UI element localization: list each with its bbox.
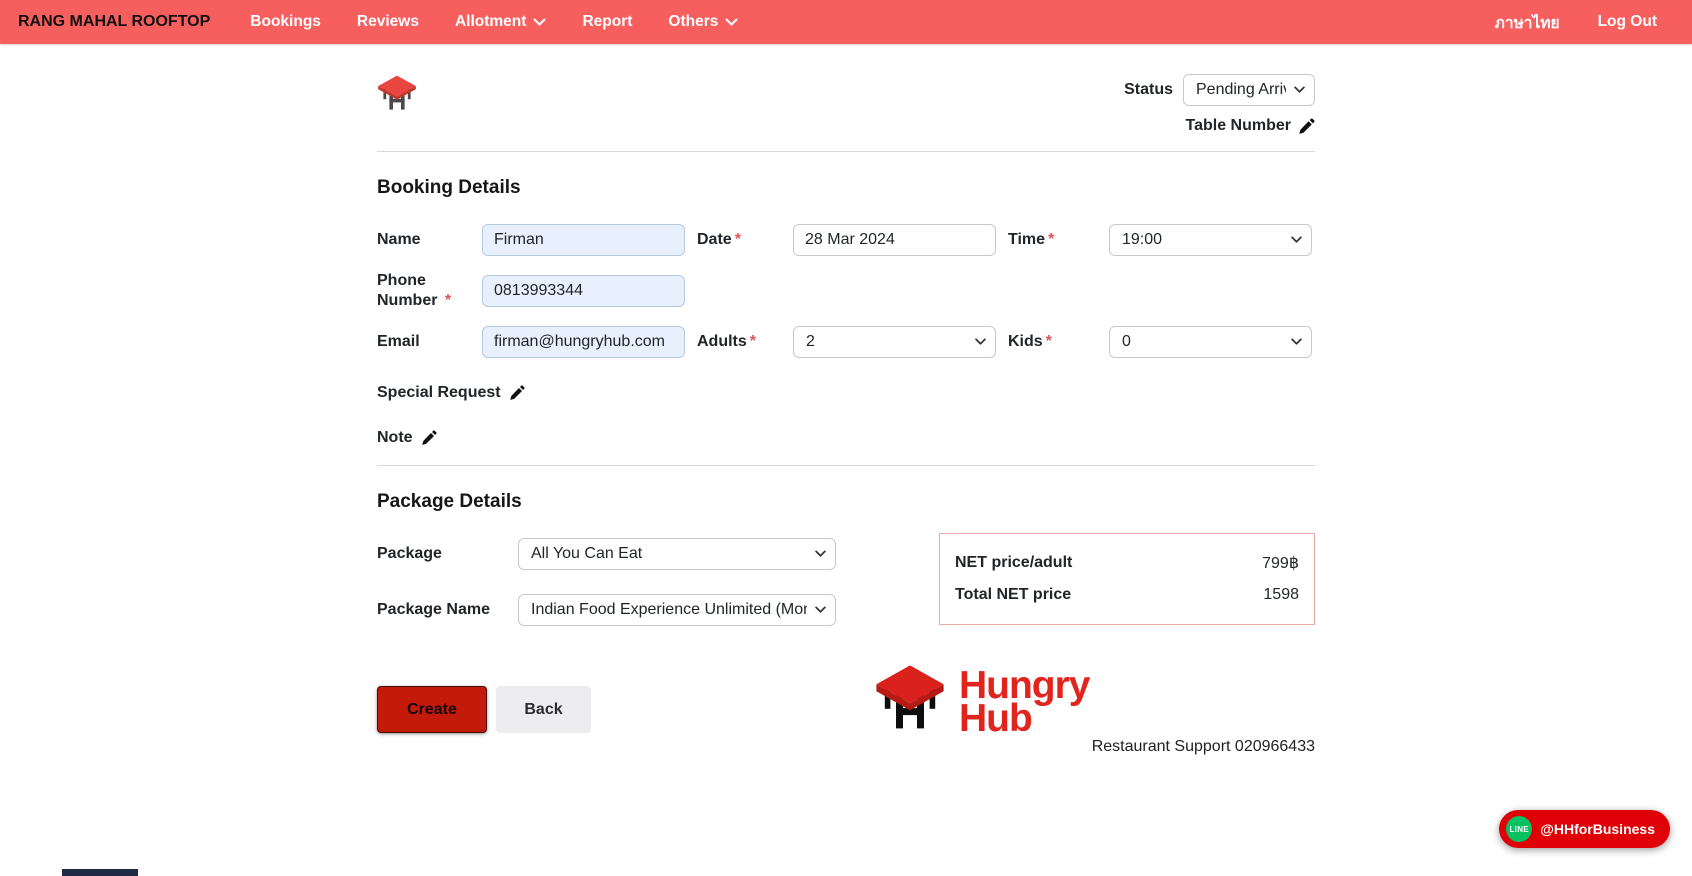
status-select[interactable]: Pending Arrival	[1183, 74, 1315, 106]
package-area: Package All You Can Eat Package Name Ind…	[377, 538, 1315, 650]
edit-table-number-icon[interactable]	[1298, 118, 1315, 135]
top-navbar: RANG MAHAL ROOFTOP Bookings Reviews Allo…	[0, 0, 1692, 44]
special-request-line: Special Request	[377, 384, 1315, 402]
nav-language-thai[interactable]: ภาษาไทย	[1495, 10, 1560, 35]
chevron-down-icon	[533, 18, 546, 26]
package-form: Package All You Can Eat Package Name Ind…	[377, 538, 836, 650]
special-request-label: Special Request	[377, 384, 501, 402]
nav-links: Bookings Reviews Allotment Report Others	[250, 13, 738, 31]
adults-select[interactable]: 2	[793, 326, 996, 358]
booking-form-page: Status Pending Arrival Table Number Book…	[377, 44, 1315, 796]
kids-select[interactable]: 0	[1109, 326, 1312, 358]
chevron-down-icon	[1291, 339, 1302, 346]
chevron-down-icon	[1294, 87, 1305, 94]
nav-others[interactable]: Others	[668, 13, 738, 31]
divider	[377, 465, 1315, 466]
name-label: Name	[377, 230, 482, 250]
page-header: Status Pending Arrival Table Number	[377, 44, 1315, 135]
time-label: Time*	[996, 230, 1109, 250]
bottom-row: Create Back Hungry Hub Restaurant Supp	[377, 686, 1315, 756]
email-label: Email	[377, 332, 482, 352]
package-name-label: Package Name	[377, 601, 518, 619]
net-price-per-adult-value: 799฿	[1262, 553, 1299, 573]
name-input[interactable]	[482, 224, 685, 256]
hungryhub-wordmark: Hungry Hub	[959, 664, 1090, 736]
total-net-price-value: 1598	[1263, 586, 1299, 604]
nav-allotment[interactable]: Allotment	[455, 13, 546, 31]
date-input[interactable]	[793, 224, 996, 256]
line-chat-button[interactable]: LINE @HHforBusiness	[1499, 810, 1670, 848]
line-icon: LINE	[1506, 816, 1532, 842]
table-number-label: Table Number	[1186, 117, 1292, 135]
package-select[interactable]: All You Can Eat	[518, 538, 836, 570]
edit-special-request-icon[interactable]	[509, 385, 525, 401]
restaurant-name: RANG MAHAL ROOFTOP	[18, 13, 210, 31]
note-label: Note	[377, 429, 413, 447]
hungryhub-logo-table-icon	[873, 664, 947, 734]
restaurant-support-phone: Restaurant Support 020966433	[873, 738, 1315, 756]
chevron-down-icon	[1291, 237, 1302, 244]
chevron-down-icon	[725, 18, 738, 26]
form-row-3: Email Adults* 2 Kids* 0	[377, 326, 1315, 358]
email-input[interactable]	[482, 326, 685, 358]
edit-note-icon[interactable]	[421, 430, 437, 446]
phone-label: Phone Number *	[377, 271, 482, 311]
date-label: Date*	[685, 230, 793, 250]
package-label: Package	[377, 545, 518, 563]
create-button[interactable]: Create	[377, 686, 487, 733]
kids-label: Kids*	[996, 332, 1109, 352]
line-handle: @HHforBusiness	[1540, 821, 1655, 837]
price-row-net-per-adult: NET price/adult 799฿	[955, 547, 1299, 580]
package-details-title: Package Details	[377, 491, 1315, 513]
chevron-down-icon	[975, 339, 986, 346]
status-area: Status Pending Arrival Table Number	[1124, 74, 1315, 135]
package-name-select[interactable]: Indian Food Experience Unlimited (Monday	[518, 594, 836, 626]
price-summary-box: NET price/adult 799฿ Total NET price 159…	[939, 533, 1315, 625]
nav-bookings[interactable]: Bookings	[250, 13, 321, 31]
hungryhub-table-icon	[377, 74, 417, 114]
nav-reviews[interactable]: Reviews	[357, 13, 419, 31]
booking-details-title: Booking Details	[377, 177, 1315, 199]
note-line: Note	[377, 429, 1315, 447]
form-row-2: Phone Number *	[377, 271, 1315, 311]
hungryhub-footer-brand: Hungry Hub Restaurant Support 020966433	[873, 664, 1315, 756]
time-select[interactable]: 19:00	[1109, 224, 1312, 256]
back-button[interactable]: Back	[496, 686, 591, 733]
adults-label: Adults*	[685, 332, 793, 352]
bottom-edge-fragment	[62, 869, 138, 876]
status-label: Status	[1124, 80, 1173, 100]
nav-report[interactable]: Report	[582, 13, 632, 31]
chevron-down-icon	[815, 607, 826, 614]
price-row-total-net: Total NET price 1598	[955, 580, 1299, 611]
nav-logout[interactable]: Log Out	[1598, 13, 1657, 31]
divider	[377, 151, 1315, 152]
phone-input[interactable]	[482, 275, 685, 307]
chevron-down-icon	[815, 551, 826, 558]
nav-right: ภาษาไทย Log Out	[1495, 10, 1657, 35]
form-row-1: Name Date* Time* 19:00	[377, 224, 1315, 256]
